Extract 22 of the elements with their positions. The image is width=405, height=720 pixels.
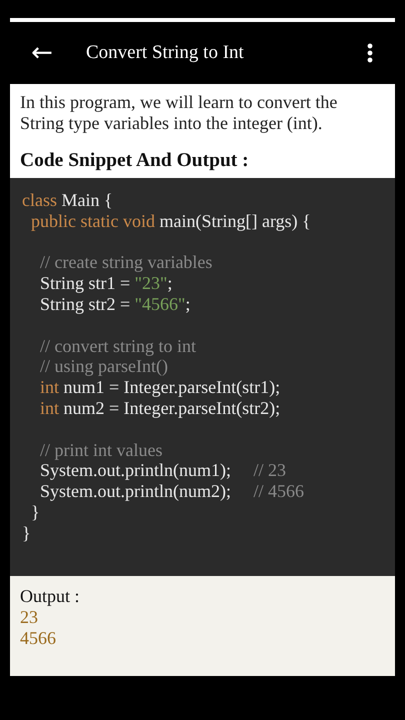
code-line: String str2 = "4566"; [39,294,192,315]
code-line: } [22,522,32,544]
code-line: // create string variables [39,252,214,274]
code-line: class Main { [22,190,114,211]
code-line: // using parseInt() [39,356,169,378]
back-button[interactable]: ← [26,38,58,68]
code-line: System.out.println(num2); // 4566 [39,481,306,502]
more-options-icon[interactable] [367,43,373,63]
code-line: int num2 = Integer.parseInt(str2); [39,398,282,419]
code-line: String str1 = "23"; [39,273,174,294]
screen-title: Convert String to Int [86,42,245,64]
output-label: Output : [20,586,81,607]
output-value: 23 [20,607,39,628]
output-value: 4566 [20,628,57,649]
code-line: // convert string to int [39,336,197,356]
code-line: } [30,502,41,523]
section-heading: Code Snippet And Output : [20,150,250,172]
code-line: public static void main(String[] args) { [30,210,312,232]
intro-text: In this program, we will learn to convert the String type variables into the integer (int). [20,92,338,134]
code-line: int num1 = Integer.parseInt(str1); [39,377,282,398]
code-line: // print int values [39,440,164,460]
code-line: System.out.println(num1); // 23 [39,460,288,482]
